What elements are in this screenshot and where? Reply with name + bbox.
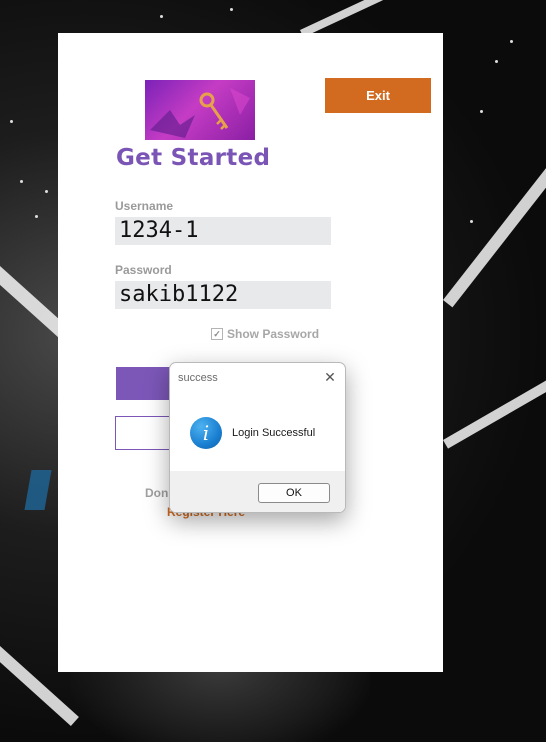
password-input[interactable]: sakib1122 [115, 281, 331, 309]
info-icon: i [190, 417, 222, 449]
message-dialog: success ✕ i Login Successful OK [169, 362, 346, 513]
dialog-message: Login Successful [232, 427, 316, 439]
background-dot [510, 40, 513, 43]
background-stripe [443, 360, 546, 449]
username-input[interactable]: 1234-1 [115, 217, 331, 245]
dialog-title: success [178, 372, 218, 384]
background-dot [230, 8, 233, 11]
key-icon [150, 88, 250, 138]
no-account-text: Don [145, 486, 169, 500]
background-dot [20, 180, 23, 183]
show-password-toggle[interactable]: ✓ Show Password [211, 327, 319, 341]
background-dot [495, 60, 498, 63]
page-title: Get Started [116, 145, 271, 171]
login-panel: Exit Get Started Username 1234-1 Passwor… [58, 33, 443, 672]
background-dot [45, 190, 48, 193]
background-dot [160, 15, 163, 18]
background-dot [480, 110, 483, 113]
exit-button[interactable]: Exit [325, 78, 431, 113]
background-dot [470, 220, 473, 223]
checkbox-icon[interactable]: ✓ [211, 328, 223, 340]
show-password-label: Show Password [227, 327, 320, 341]
username-label: Username [115, 199, 174, 213]
password-label: Password [115, 263, 172, 277]
ok-button[interactable]: OK [258, 483, 330, 503]
background-dot [10, 120, 13, 123]
background-stripe [443, 166, 546, 308]
close-icon[interactable]: ✕ [321, 368, 339, 386]
app-logo [145, 80, 255, 140]
dialog-footer: OK [170, 471, 345, 512]
background-figure-detail [24, 470, 52, 510]
background-stripe [300, 0, 413, 38]
background-dot [35, 215, 38, 218]
